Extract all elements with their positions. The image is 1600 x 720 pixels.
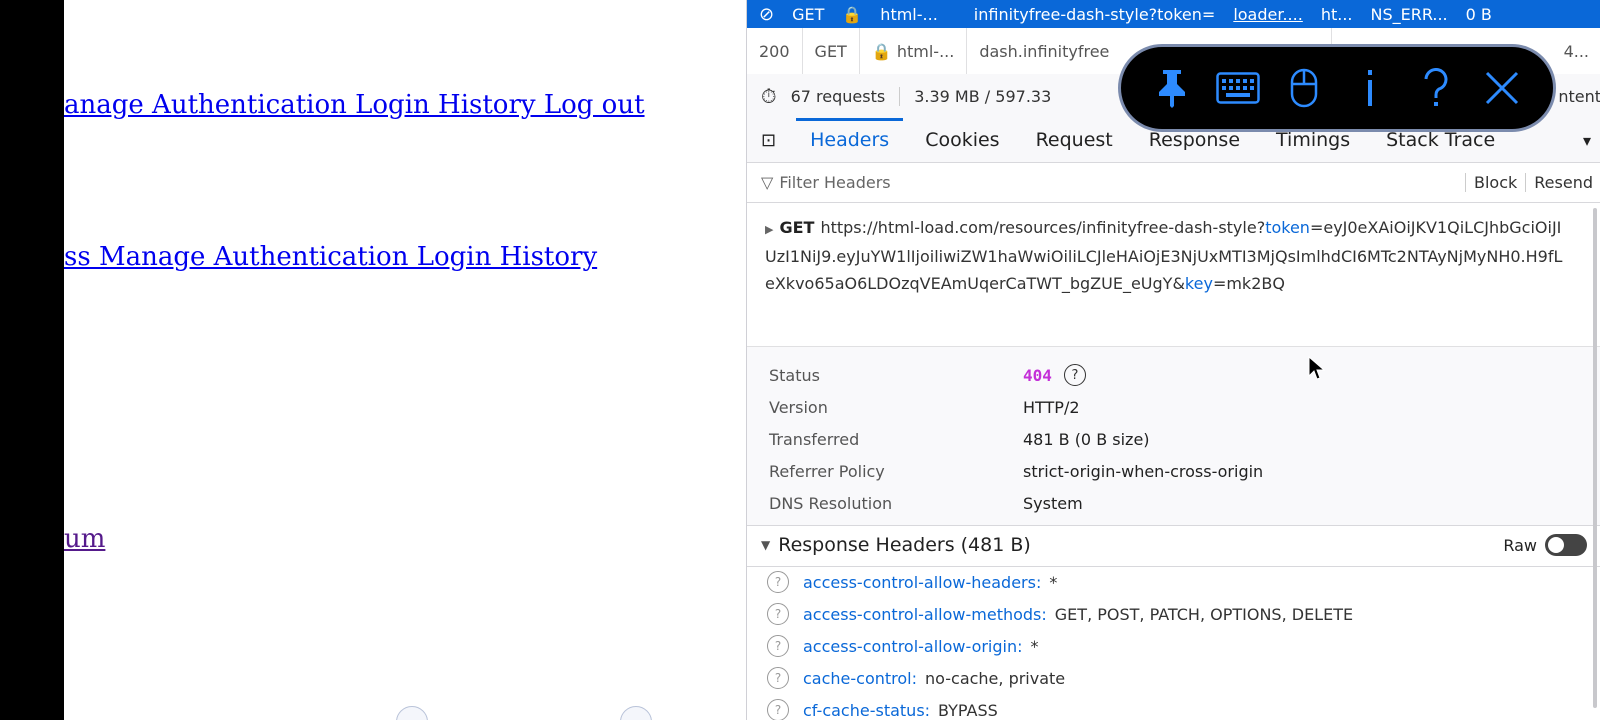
block-button[interactable]: Block	[1465, 172, 1525, 192]
mouse-icon[interactable]	[1280, 64, 1328, 112]
request-status: 200	[747, 28, 803, 74]
transferred-value: 481 B (0 B size)	[1023, 429, 1150, 449]
response-headers-header[interactable]: ▼ Response Headers (481 B) Raw	[747, 524, 1600, 567]
request-method: GET	[803, 28, 860, 74]
tab-cookies[interactable]: Cookies	[907, 118, 1017, 162]
response-headers-list: ? access-control-allow-headers: * ? access-…	[747, 566, 1600, 720]
transfer-size: 3.39 MB / 597.33	[914, 86, 1052, 106]
filter-bar: ▽ Filter Headers Block Resend	[747, 162, 1600, 203]
toggle-sidebar-icon[interactable]: ⊡	[761, 130, 776, 151]
help-icon[interactable]: ?	[767, 635, 789, 657]
help-icon[interactable]	[1412, 64, 1460, 112]
scrollbar[interactable]	[1593, 208, 1597, 708]
dns-label: DNS Resolution	[769, 493, 893, 513]
floating-toolbar	[1118, 44, 1556, 132]
lock-icon: 🔒	[842, 4, 863, 24]
header-row[interactable]: ? access-control-allow-methods: GET, POST,…	[747, 598, 1600, 630]
close-icon[interactable]	[1478, 64, 1526, 112]
help-icon[interactable]: ?	[767, 699, 789, 720]
header-row[interactable]: ? cf-cache-status: BYPASS	[747, 694, 1600, 720]
tabs-overflow-icon[interactable]: ▾	[1583, 131, 1591, 150]
floating-circle	[620, 706, 652, 720]
stopwatch-icon: ⏱	[761, 84, 777, 108]
request-count: 67 requests	[791, 86, 901, 106]
help-icon[interactable]: ?	[767, 667, 789, 689]
blocked-icon: ⊘	[759, 3, 775, 25]
filter-headers-input[interactable]: Filter Headers	[779, 173, 890, 192]
referrer-label: Referrer Policy	[769, 461, 885, 481]
raw-toggle[interactable]: Raw	[1503, 534, 1587, 556]
raw-switch[interactable]	[1545, 534, 1587, 556]
request-row-selected[interactable]: ⊘ GET 🔒 html-... infinityfree-dash-style?…	[747, 0, 1600, 28]
version-value: HTTP/2	[1023, 397, 1080, 417]
filter-icon: ▽	[761, 172, 774, 192]
help-icon[interactable]: ?	[1063, 364, 1086, 386]
raw-label: Raw	[1503, 535, 1537, 555]
help-icon[interactable]: ?	[767, 603, 789, 625]
header-row[interactable]: ? cache-control: no-cache, private	[747, 662, 1600, 694]
request-domain: 🔒 html-...	[860, 28, 968, 74]
floating-circle	[396, 706, 428, 720]
request-initiator[interactable]: loader....	[1233, 5, 1303, 24]
request-size: 4...	[1563, 41, 1589, 61]
resend-button[interactable]: Resend	[1525, 172, 1600, 192]
status-label: Status	[769, 365, 820, 385]
keyboard-icon[interactable]	[1214, 64, 1262, 112]
request-status: NS_ERR...	[1370, 4, 1448, 24]
pin-icon[interactable]	[1148, 64, 1196, 112]
request-domain: 🔒 html-...	[842, 4, 938, 24]
mouse-cursor-icon	[1308, 356, 1326, 380]
tab-headers[interactable]: Headers	[792, 118, 907, 162]
webpage-content: anage Authentication Login History Log o…	[64, 0, 746, 720]
nav-link-row-1[interactable]: anage Authentication Login History Log o…	[64, 90, 645, 120]
referrer-value: strict-origin-when-cross-origin	[1023, 461, 1264, 481]
header-row[interactable]: ? access-control-allow-origin: *	[747, 630, 1600, 662]
request-type: ht...	[1320, 4, 1353, 24]
request-size: 0 B	[1465, 4, 1492, 24]
expand-triangle-icon[interactable]: ▶	[765, 223, 773, 236]
left-black-bar	[0, 0, 64, 720]
help-icon[interactable]: ?	[767, 571, 789, 593]
info-icon[interactable]	[1346, 64, 1394, 112]
dns-value: System	[1023, 493, 1083, 513]
response-headers-title: Response Headers (481 B)	[778, 534, 1031, 556]
status-code: 404	[1023, 365, 1052, 385]
request-url[interactable]: ▶ GET https://html-load.com/resources/infi…	[765, 214, 1571, 297]
nav-link-row-3[interactable]: um	[64, 524, 105, 554]
summary-tail: ntent	[1558, 86, 1600, 106]
version-label: Version	[769, 397, 828, 417]
collapse-triangle-icon[interactable]: ▼	[761, 538, 770, 552]
request-file: infinityfree-dash-style?token=	[973, 4, 1216, 24]
transferred-label: Transferred	[769, 429, 860, 449]
lock-icon: 🔒	[871, 41, 897, 61]
request-method: GET	[792, 4, 825, 24]
tab-request[interactable]: Request	[1018, 118, 1131, 162]
nav-link-row-2[interactable]: ss Manage Authentication Login History	[64, 242, 597, 272]
header-row[interactable]: ? access-control-allow-headers: *	[747, 566, 1600, 598]
status-table: Status 404? Version HTTP/2 Transferred 4…	[747, 346, 1600, 526]
